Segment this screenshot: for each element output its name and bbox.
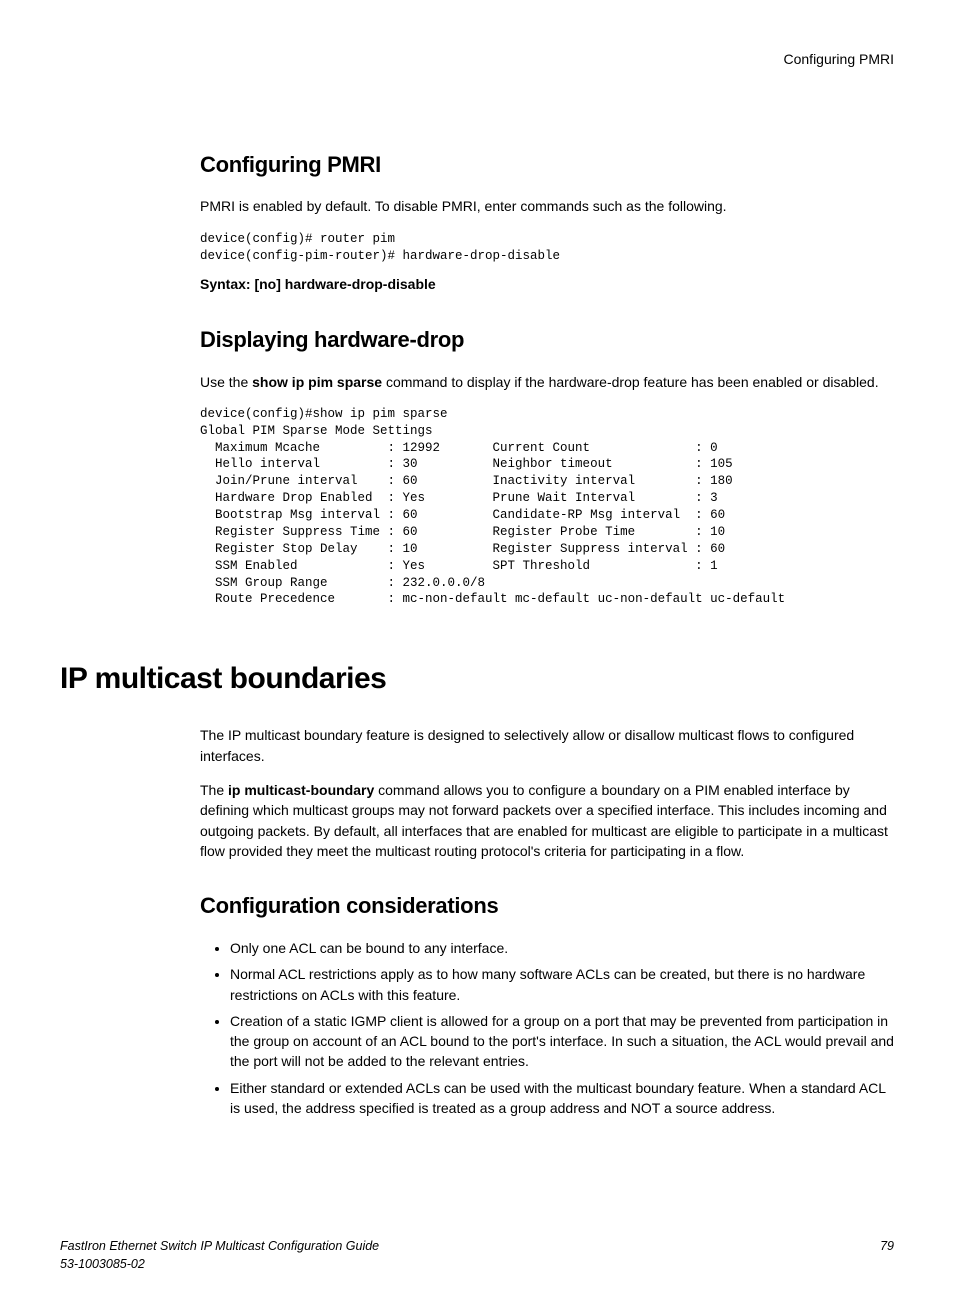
cmd-show-ip-pim-sparse: show ip pim sparse [252, 374, 382, 390]
para-boundaries-cmd: The ip multicast-boundary command allows… [200, 780, 894, 861]
syntax-hardware-drop: Syntax: [no] hardware-drop-disable [200, 274, 894, 294]
footer-page-number: 79 [880, 1238, 894, 1273]
header-breadcrumb: Configuring PMRI [60, 50, 894, 70]
list-item: Creation of a static IGMP client is allo… [230, 1011, 894, 1072]
footer-doc-number: 53-1003085-02 [60, 1256, 379, 1274]
para-displaying-hardware-drop: Use the show ip pim sparse command to di… [200, 372, 894, 392]
para-prefix: Use the [200, 374, 252, 390]
heading-ip-multicast-boundaries: IP multicast boundaries [60, 658, 894, 700]
page-footer: FastIron Ethernet Switch IP Multicast Co… [60, 1238, 894, 1273]
list-item: Only one ACL can be bound to any interfa… [230, 938, 894, 958]
code-configuring-pmri: device(config)# router pim device(config… [200, 231, 894, 265]
heading-displaying-hardware-drop: Displaying hardware-drop [200, 325, 894, 356]
code-show-ip-pim-sparse: device(config)#show ip pim sparse Global… [200, 406, 894, 609]
cmd-ip-multicast-boundary: ip multicast-boundary [228, 782, 374, 798]
para-boundaries-intro: The IP multicast boundary feature is des… [200, 725, 894, 766]
list-item: Normal ACL restrictions apply as to how … [230, 964, 894, 1005]
list-configuration-considerations: Only one ACL can be bound to any interfa… [200, 938, 894, 1118]
heading-configuration-considerations: Configuration considerations [200, 891, 894, 922]
heading-configuring-pmri: Configuring PMRI [200, 150, 894, 181]
list-item: Either standard or extended ACLs can be … [230, 1078, 894, 1119]
para-prefix: The [200, 782, 228, 798]
footer-book-title: FastIron Ethernet Switch IP Multicast Co… [60, 1238, 379, 1256]
para-configuring-pmri: PMRI is enabled by default. To disable P… [200, 196, 894, 216]
para-suffix: command to display if the hardware-drop … [382, 374, 879, 390]
